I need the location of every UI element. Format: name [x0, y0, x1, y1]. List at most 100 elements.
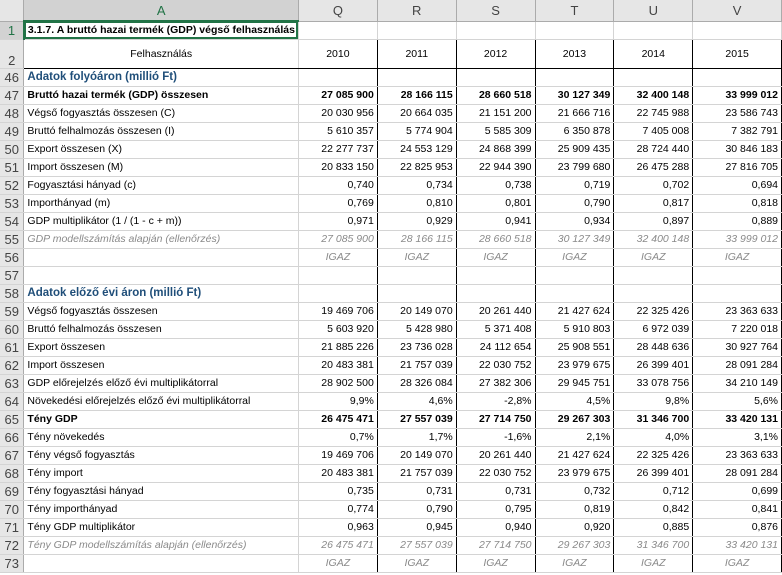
row-label[interactable]: Bruttó hazai termék (GDP) összesen	[23, 86, 299, 105]
header-year-2014[interactable]: 2014	[613, 38, 694, 69]
column-header-q[interactable]: Q	[298, 0, 378, 22]
value-cell[interactable]: 0,732	[535, 482, 615, 501]
value-cell[interactable]	[535, 68, 615, 87]
value-cell[interactable]: 20 149 070	[377, 302, 457, 321]
value-cell[interactable]: 27 816 705	[692, 158, 782, 177]
row-label[interactable]: Fogyasztási hányad (c)	[23, 176, 299, 195]
column-header-v[interactable]: V	[692, 0, 782, 22]
header-year-2010[interactable]: 2010	[298, 38, 378, 69]
value-cell[interactable]: 22 944 390	[456, 158, 536, 177]
value-cell[interactable]: 19 469 706	[298, 302, 378, 321]
row-label[interactable]: GDP multiplikátor (1 / (1 - c + m))	[23, 212, 299, 231]
value-cell[interactable]: 25 908 551	[535, 338, 615, 357]
value-cell[interactable]: 0,885	[613, 518, 694, 537]
value-cell[interactable]: -1,6%	[456, 428, 536, 447]
row-label[interactable]: Tény import	[23, 464, 299, 483]
value-cell[interactable]: 0,7%	[298, 428, 378, 447]
value-cell[interactable]: IGAZ	[613, 554, 694, 573]
value-cell[interactable]: 32 400 148	[613, 86, 694, 105]
row-number[interactable]: 64	[0, 392, 25, 411]
value-cell[interactable]	[456, 284, 536, 303]
value-cell[interactable]: 0,790	[377, 500, 457, 519]
value-cell[interactable]: 28 091 284	[692, 464, 782, 483]
value-cell[interactable]: 22 030 752	[456, 356, 536, 375]
value-cell[interactable]: 0,876	[692, 518, 782, 537]
value-cell[interactable]: 0,731	[377, 482, 457, 501]
value-cell[interactable]: 26 475 288	[613, 158, 694, 177]
value-cell[interactable]: IGAZ	[535, 554, 615, 573]
value-cell[interactable]: 28 326 084	[377, 374, 457, 393]
value-cell[interactable]: 23 979 675	[535, 356, 615, 375]
select-all-corner[interactable]	[0, 0, 25, 22]
row-label[interactable]: Import összesen	[23, 356, 299, 375]
value-cell[interactable]: 28 660 518	[456, 86, 536, 105]
row-label[interactable]: Bruttó felhalmozás összesen	[23, 320, 299, 339]
value-cell[interactable]: 23 979 675	[535, 464, 615, 483]
section-heading[interactable]: Adatok folyóáron (millió Ft)	[23, 68, 299, 87]
value-cell[interactable]: IGAZ	[456, 554, 536, 573]
row-label[interactable]: Tény GDP multiplikátor	[23, 518, 299, 537]
value-cell[interactable]: 7 382 791	[692, 122, 782, 141]
row-number[interactable]: 58	[0, 284, 25, 303]
row-number[interactable]: 68	[0, 464, 25, 483]
header-year-2015[interactable]: 2015	[692, 38, 782, 69]
value-cell[interactable]: 20 261 440	[456, 302, 536, 321]
value-cell[interactable]: 28 091 284	[692, 356, 782, 375]
value-cell[interactable]: 0,774	[298, 500, 378, 519]
header-year-2012[interactable]: 2012	[456, 38, 536, 69]
value-cell[interactable]: 5 610 357	[298, 122, 378, 141]
value-cell[interactable]: 4,0%	[613, 428, 694, 447]
value-cell[interactable]: 0,920	[535, 518, 615, 537]
value-cell[interactable]: 19 469 706	[298, 446, 378, 465]
row-number[interactable]: 56	[0, 248, 25, 267]
value-cell[interactable]: IGAZ	[298, 554, 378, 573]
value-cell[interactable]: IGAZ	[377, 554, 457, 573]
value-cell[interactable]: 0,842	[613, 500, 694, 519]
header-year-2013[interactable]: 2013	[535, 38, 615, 69]
value-cell[interactable]: 5 428 980	[377, 320, 457, 339]
value-cell[interactable]: 33 078 756	[613, 374, 694, 393]
cell[interactable]	[298, 21, 378, 40]
value-cell[interactable]: 20 149 070	[377, 446, 457, 465]
value-cell[interactable]	[535, 284, 615, 303]
value-cell[interactable]	[613, 266, 694, 285]
value-cell[interactable]: 26 399 401	[613, 464, 694, 483]
value-cell[interactable]	[692, 284, 782, 303]
row-number[interactable]: 53	[0, 194, 25, 213]
value-cell[interactable]: 30 127 349	[535, 86, 615, 105]
value-cell[interactable]	[535, 266, 615, 285]
value-cell[interactable]: 0,740	[298, 176, 378, 195]
cell[interactable]	[613, 21, 694, 40]
row-label[interactable]: Tény végső fogyasztás	[23, 446, 299, 465]
value-cell[interactable]: 26 475 471	[298, 410, 378, 429]
value-cell[interactable]: 24 112 654	[456, 338, 536, 357]
value-cell[interactable]: 28 724 440	[613, 140, 694, 159]
value-cell[interactable]: 0,841	[692, 500, 782, 519]
row-label[interactable]: Import összesen (M)	[23, 158, 299, 177]
value-cell[interactable]: 3,1%	[692, 428, 782, 447]
value-cell[interactable]: 7 220 018	[692, 320, 782, 339]
value-cell[interactable]: 20 030 956	[298, 104, 378, 123]
cell[interactable]	[692, 21, 782, 40]
row-label[interactable]: Tény GDP	[23, 410, 299, 429]
value-cell[interactable]	[298, 68, 378, 87]
value-cell[interactable]: 0,818	[692, 194, 782, 213]
row-number[interactable]: 55	[0, 230, 25, 249]
row-label[interactable]: Végső fogyasztás összesen (C)	[23, 104, 299, 123]
column-header-s[interactable]: S	[456, 0, 536, 22]
value-cell[interactable]: 26 475 471	[298, 536, 378, 555]
row-number[interactable]: 51	[0, 158, 25, 177]
value-cell[interactable]: 28 902 500	[298, 374, 378, 393]
row-label[interactable]: GDP előrejelzés előző évi multiplikátorr…	[23, 374, 299, 393]
row-number[interactable]: 48	[0, 104, 25, 123]
value-cell[interactable]: 33 420 131	[692, 410, 782, 429]
value-cell[interactable]: 23 799 680	[535, 158, 615, 177]
value-cell[interactable]: 31 346 700	[613, 536, 694, 555]
value-cell[interactable]: 0,897	[613, 212, 694, 231]
row-label[interactable]: Export összesen	[23, 338, 299, 357]
row-number[interactable]: 70	[0, 500, 25, 519]
value-cell[interactable]: 26 399 401	[613, 356, 694, 375]
cell[interactable]	[377, 21, 457, 40]
row-label[interactable]	[23, 248, 299, 267]
value-cell[interactable]: 0,819	[535, 500, 615, 519]
